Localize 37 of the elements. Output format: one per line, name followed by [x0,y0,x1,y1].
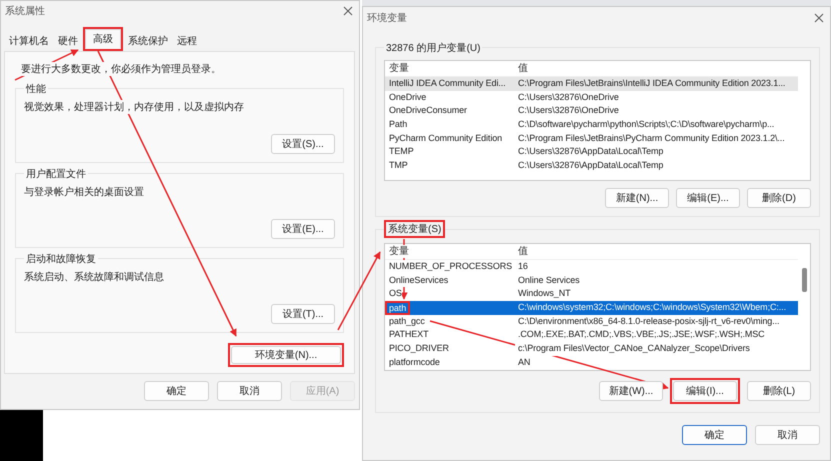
dialog-button[interactable]: 确定 [682,424,747,444]
variable-value: c:\Program Files\Vector_CANoe_CANalyzer_Scope\Drivers [515,342,750,356]
settings-button[interactable]: 设置(E)... [271,219,335,239]
list-row[interactable]: IntelliJ IDEA Community Edi... C:\Program Files\JetBrains\IntelliJ IDEA Community Edition 2023.1... [385,77,798,91]
variable-value: C:\D\software\pycharm\python\Scripts\;C:\D\software\pycharm\p... [515,118,774,132]
dialog-button[interactable]: 取消 [755,424,820,444]
dialog-button[interactable]: 取消 [217,381,282,401]
list-button[interactable]: 编辑(I)... [673,380,737,400]
list-button[interactable]: 新建(N)... [605,188,669,208]
settings-button[interactable]: 设置(T)... [271,304,335,324]
variable-value: C:\windows\system32;C:\windows;C:\windows\System32\Wbem;C:... [515,301,786,315]
environment-variables-button[interactable]: 环境变量(N)... [231,346,341,364]
list-button[interactable]: 编辑(E)... [676,188,740,208]
list-button[interactable]: 删除(L) [747,380,811,400]
list-row[interactable]: path C:\windows\system32;C:\windows;C:\windows\System32\Wbem;C:... [385,301,798,315]
group-title: 启动和故障恢复 [24,252,98,266]
group-description: 与登录帐户相关的桌面设置 [24,185,144,199]
window-title: 环境变量 [367,12,407,25]
column-header[interactable]: 值 [515,62,528,76]
settings-button[interactable]: 设置(S)... [271,134,335,154]
list-button[interactable]: 删除(D) [747,188,811,208]
column-header[interactable]: 值 [515,244,528,258]
group-title: 用户配置文件 [24,167,88,181]
variable-name: path [388,303,408,314]
variable-value: C:\Program Files\JetBrains\IntelliJ IDEA Community Edition 2023.1... [515,77,786,91]
variable-value: C:\Users\32876\AppData\Local\Temp [515,159,664,173]
dialog-button[interactable]: 确定 [144,381,209,401]
tab[interactable]: 高级 [85,29,121,49]
group-description: 视觉效果，处理器计划，内存使用，以及虚拟内存 [24,100,244,114]
group-title: 32876 的用户变量(U) [384,41,482,55]
window-title: 系统属性 [5,4,45,18]
variable-value: C:\D\environment\x86_64-8.1.0-release-posix-sjlj-rt_v6-rev0\ming... [515,314,780,328]
group-description: 系统启动、系统故障和调试信息 [24,270,164,284]
list-button[interactable]: 新建(W)... [599,380,663,400]
group-title: 性能 [24,82,48,96]
variable-value: C:\Program Files\JetBrains\PyCharm Community Edition 2023.1.2\... [515,132,785,146]
group-title: 系统变量(S) [386,222,444,236]
